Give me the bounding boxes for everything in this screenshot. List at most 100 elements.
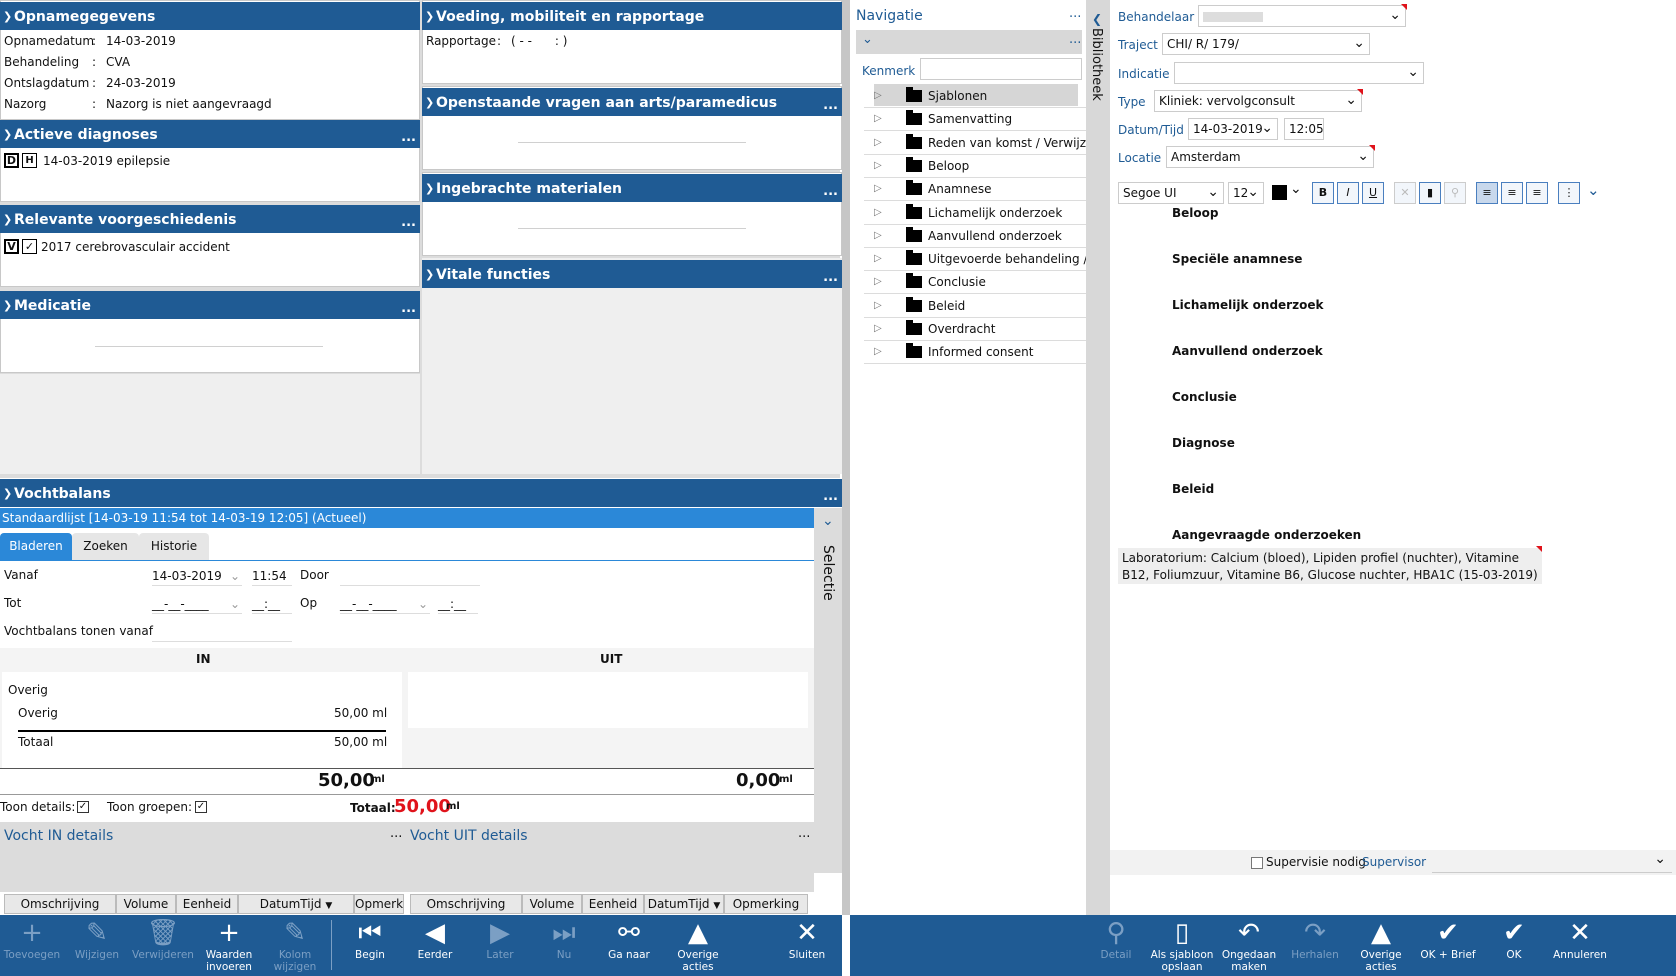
- supervisor-select[interactable]: ⌄: [1432, 851, 1672, 873]
- section-aangevraagde-onderzoeken[interactable]: Aangevraagde onderzoeken: [1172, 528, 1361, 542]
- tonen-vanaf-field[interactable]: [152, 622, 292, 642]
- begin-button[interactable]: ⏮ Begin: [338, 915, 402, 976]
- size-select[interactable]: 12 ⌄: [1228, 182, 1264, 204]
- overige-acties-button[interactable]: ▲ Overige acties: [662, 915, 734, 976]
- in-col-eenheid[interactable]: Eenheid: [176, 894, 238, 914]
- eerder-button[interactable]: ◀ Eerder: [402, 915, 468, 976]
- in-col-omschrijving[interactable]: Omschrijving: [4, 894, 116, 914]
- nav-item[interactable]: ▷ Reden van komst / Verwijzing: [864, 131, 1092, 155]
- tab-zoeken[interactable]: Zoeken: [72, 533, 139, 560]
- nav-item[interactable]: ▷ Beleid: [864, 294, 1092, 318]
- behandelaar-select[interactable]: ⌄: [1198, 5, 1406, 27]
- section-speciele-anamnese[interactable]: Speciële anamnese: [1172, 252, 1302, 266]
- in-col-opmerking[interactable]: Opmerk: [354, 894, 404, 914]
- expand-arrow-icon[interactable]: ▷: [874, 340, 882, 364]
- text-color-swatch[interactable]: [1272, 185, 1287, 200]
- underline-button[interactable]: U: [1362, 182, 1384, 204]
- nav-item[interactable]: ▷ Aanvullend onderzoek: [864, 224, 1092, 248]
- uit-col-opmerking[interactable]: Opmerking: [724, 894, 808, 914]
- op-date-field[interactable]: __-__-____ ⌄: [340, 594, 430, 614]
- ongedaan-maken-button[interactable]: ↶ Ongedaan maken: [1216, 915, 1282, 976]
- kolom-wijzigen-button[interactable]: ✎ Kolom wijzigen: [262, 915, 328, 976]
- nu-button[interactable]: ⏭ Nu: [532, 915, 596, 976]
- highlight-button[interactable]: ▮: [1419, 182, 1441, 204]
- chevron-down-icon[interactable]: ⌄: [822, 513, 834, 529]
- uit-col-omschrijving[interactable]: Omschrijving: [410, 894, 522, 914]
- door-field[interactable]: [340, 566, 480, 586]
- bibliotheek-sidebar[interactable]: [1086, 0, 1110, 915]
- chevron-left-icon[interactable]: ❮: [1092, 12, 1102, 26]
- expand-arrow-icon[interactable]: ▷: [874, 201, 882, 225]
- more-button[interactable]: ...: [390, 826, 402, 841]
- section-conclusie[interactable]: Conclusie: [1172, 390, 1237, 404]
- chevron-down-icon[interactable]: ⌄: [1290, 181, 1302, 197]
- more-button[interactable]: ...: [823, 177, 838, 207]
- in-col-datumtijd[interactable]: DatumTijd ▼: [238, 894, 354, 914]
- section-beleid[interactable]: Beleid: [1172, 482, 1214, 496]
- annuleren-button[interactable]: ✕ Annuleren: [1544, 915, 1616, 976]
- nav-item[interactable]: ▷ Informed consent: [864, 340, 1092, 365]
- chevron-down-icon[interactable]: ⌄: [862, 32, 873, 47]
- align-center-button[interactable]: ≡: [1501, 182, 1523, 204]
- diagnosis-item[interactable]: 14-03-2019 epilepsie: [43, 154, 170, 168]
- locatie-select[interactable]: Amsterdam ⌄: [1166, 146, 1374, 168]
- toon-groepen-checkbox[interactable]: ✓: [195, 801, 207, 813]
- expand-arrow-icon[interactable]: ▷: [874, 154, 882, 178]
- bold-button[interactable]: B: [1312, 182, 1334, 204]
- supervisie-checkbox[interactable]: [1251, 857, 1263, 869]
- section-beloop[interactable]: Beloop: [1172, 206, 1218, 220]
- nav-item[interactable]: ▷ Samenvatting: [864, 107, 1092, 132]
- sluiten-button[interactable]: ✕ Sluiten: [774, 915, 840, 976]
- waarden-invoeren-button[interactable]: + Waarden invoeren: [196, 915, 262, 976]
- ok-button[interactable]: ✔ OK: [1484, 915, 1544, 976]
- chevron-down-icon[interactable]: ⌄: [1587, 181, 1600, 199]
- nav-item[interactable]: ▷ Beloop: [864, 154, 1092, 178]
- nav-item[interactable]: ▷ Anamnese: [864, 177, 1092, 202]
- expand-arrow-icon[interactable]: ▷: [874, 131, 882, 155]
- toevoegen-button[interactable]: + Toevoegen: [0, 915, 64, 976]
- splitter[interactable]: [842, 0, 850, 915]
- tot-time-field[interactable]: __:__: [252, 594, 292, 614]
- expand-arrow-icon[interactable]: ▷: [874, 294, 882, 318]
- expand-arrow-icon[interactable]: ▷: [874, 177, 882, 201]
- expand-arrow-icon[interactable]: ▷: [874, 317, 882, 341]
- diagnoses-header[interactable]: ❯ Actieve diagnoses...: [0, 120, 420, 148]
- font-select[interactable]: Segoe UI ⌄: [1118, 182, 1224, 204]
- vanaf-time-field[interactable]: 11:54: [252, 566, 292, 586]
- datum-field[interactable]: 14-03-2019 ⌄: [1188, 118, 1278, 140]
- section-diagnose[interactable]: Diagnose: [1172, 436, 1235, 450]
- expand-arrow-icon[interactable]: ▷: [874, 107, 882, 131]
- tot-date-field[interactable]: __-__-____ ⌄: [152, 594, 242, 614]
- uit-col-volume[interactable]: Volume: [522, 894, 582, 914]
- nav-item[interactable]: ▷ Sjablonen: [864, 84, 1092, 108]
- more-button[interactable]: ...: [401, 208, 416, 238]
- herhalen-button[interactable]: ↷ Herhalen: [1282, 915, 1348, 976]
- more-button[interactable]: ...: [401, 294, 416, 324]
- vochtbalans-header[interactable]: ❯ Vochtbalans...: [0, 479, 842, 507]
- expand-arrow-icon[interactable]: ▷: [874, 270, 882, 294]
- expand-arrow-icon[interactable]: ▷: [874, 224, 882, 248]
- format-painter-button[interactable]: ⚲: [1444, 182, 1466, 204]
- nav-item[interactable]: ▷ Uitgevoerde behandeling /: [864, 247, 1092, 272]
- bibliotheek-label[interactable]: Bibliotheek: [1089, 28, 1104, 101]
- kenmerk-input[interactable]: [920, 58, 1082, 80]
- section-aanvullend-onderzoek[interactable]: Aanvullend onderzoek: [1172, 344, 1323, 358]
- uit-col-eenheid[interactable]: Eenheid: [582, 894, 644, 914]
- later-button[interactable]: ▶ Later: [468, 915, 532, 976]
- expand-arrow-icon[interactable]: ▷: [874, 84, 882, 108]
- list-button[interactable]: ⋮: [1558, 182, 1580, 204]
- ga-naar-button[interactable]: ⚯ Ga naar: [596, 915, 662, 976]
- italic-button[interactable]: I: [1337, 182, 1359, 204]
- opname-header[interactable]: ❯ Opnamegegevens: [0, 2, 420, 30]
- voorgeschiedenis-header[interactable]: ❯ Relevante voorgeschiedenis...: [0, 205, 420, 233]
- voeding-header[interactable]: ❯ Voeding, mobiliteit en rapportage: [422, 2, 842, 30]
- uit-col-datumtijd[interactable]: DatumTijd ▼: [644, 894, 724, 914]
- history-item[interactable]: 2017 cerebrovasculair accident: [41, 240, 230, 254]
- detail-button[interactable]: ⚲ Detail: [1084, 915, 1148, 976]
- more-button[interactable]: ...: [1069, 32, 1081, 47]
- vragen-header[interactable]: ❯ Openstaande vragen aan arts/paramedicus…: [422, 88, 842, 116]
- als-sjabloon-opslaan-button[interactable]: ▯ Als sjabloon opslaan: [1148, 915, 1216, 976]
- tijd-field[interactable]: 12:05: [1284, 118, 1324, 140]
- nav-item[interactable]: ▷ Lichamelijk onderzoek: [864, 201, 1092, 225]
- align-right-button[interactable]: ≡: [1526, 182, 1548, 204]
